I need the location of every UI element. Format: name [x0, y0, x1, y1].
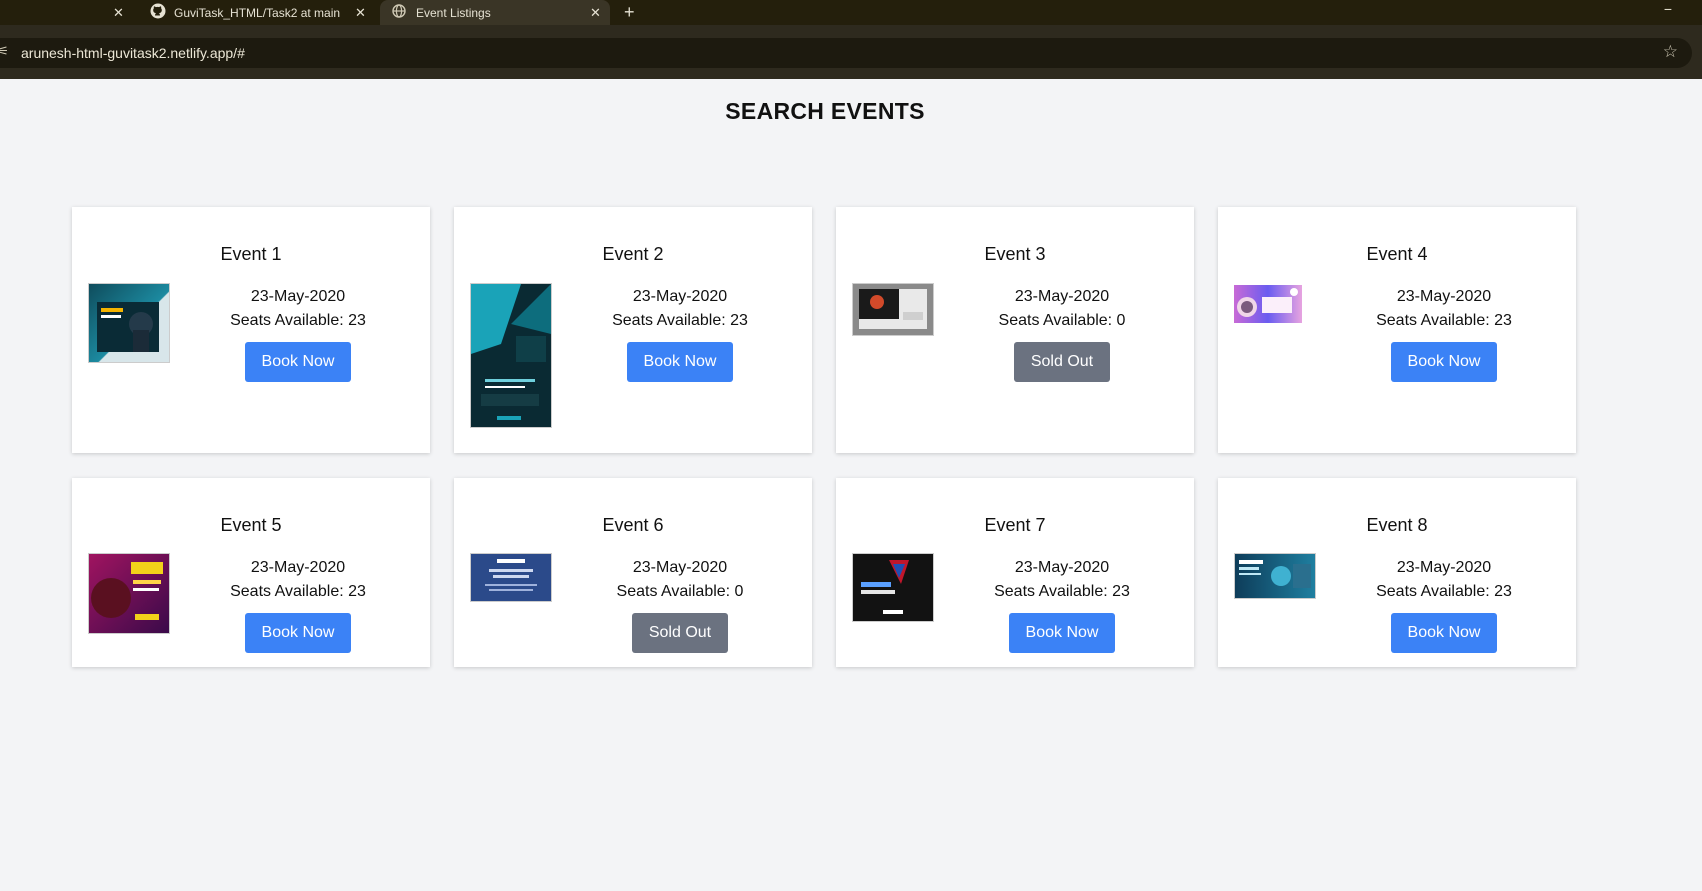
event-date: 23-May-2020 — [632, 288, 728, 305]
event-poster-image — [470, 553, 552, 602]
github-icon — [150, 3, 166, 22]
event-card: Event 7 23-May-2020 Seats Available: 23 … — [836, 478, 1194, 667]
event-card: Event 6 23-May-2020 Seats Available: 0 S… — [454, 478, 812, 667]
event-title: Event 4 — [1366, 244, 1428, 264]
globe-icon — [392, 4, 406, 21]
seats-available: Seats Available: 0 — [616, 583, 744, 600]
event-info: 23-May-2020 Seats Available: 23 Book Now — [180, 285, 416, 382]
event-date: 23-May-2020 — [1396, 288, 1492, 305]
book-now-button[interactable]: Book Now — [1390, 342, 1498, 382]
book-now-button[interactable]: Book Now — [626, 342, 734, 382]
event-info: 23-May-2020 Seats Available: 23 Book Now — [1326, 285, 1562, 382]
event-date: 23-May-2020 — [250, 288, 346, 305]
book-now-button[interactable]: Book Now — [244, 342, 352, 382]
event-title: Event 5 — [220, 515, 282, 535]
event-date: 23-May-2020 — [632, 559, 728, 576]
event-card: Event 4 23-May-2020 Seats Available: 23 … — [1218, 207, 1576, 453]
seats-available: Seats Available: 23 — [1376, 583, 1512, 600]
seats-available: Seats Available: 0 — [998, 312, 1126, 329]
event-poster-image — [88, 283, 170, 363]
browser-tab-strip: ✕ GuviTask_HTML/Task2 at main · ✕ Event … — [0, 0, 1702, 25]
event-poster-image — [88, 553, 170, 634]
page-title: SEARCH EVENTS — [725, 98, 925, 124]
book-now-button[interactable]: Book Now — [1008, 613, 1116, 653]
seats-available: Seats Available: 23 — [230, 312, 366, 329]
event-title: Event 3 — [984, 244, 1046, 264]
event-date: 23-May-2020 — [1014, 288, 1110, 305]
event-title: Event 8 — [1366, 515, 1428, 535]
event-info: 23-May-2020 Seats Available: 23 Book Now — [180, 556, 416, 653]
browser-tab-previous[interactable]: ✕ — [0, 0, 136, 25]
event-date: 23-May-2020 — [1014, 559, 1110, 576]
event-info: 23-May-2020 Seats Available: 23 Book Now — [1326, 556, 1562, 653]
event-info: 23-May-2020 Seats Available: 23 Book Now — [944, 556, 1180, 653]
seats-available: Seats Available: 23 — [994, 583, 1130, 600]
seats-available: Seats Available: 23 — [612, 312, 748, 329]
bookmark-star-icon[interactable]: ☆ — [1663, 42, 1678, 62]
sold-out-button[interactable]: Sold Out — [1013, 342, 1111, 382]
event-grid: Event 1 23-May-2020 Seats Available: 23 … — [72, 207, 1577, 667]
book-now-button[interactable]: Book Now — [244, 613, 352, 653]
event-title: Event 6 — [602, 515, 664, 535]
close-tab-icon[interactable]: ✕ — [355, 5, 366, 21]
event-title: Event 1 — [220, 244, 282, 264]
sold-out-button[interactable]: Sold Out — [631, 613, 729, 653]
browser-tab-event-listings[interactable]: Event Listings ✕ — [380, 0, 610, 25]
address-bar[interactable]: ⚟ arunesh-html-guvitask2.netlify.app/# ☆ — [0, 38, 1692, 68]
event-poster-image — [852, 283, 934, 336]
site-info-icon[interactable]: ⚟ — [0, 44, 9, 58]
event-info: 23-May-2020 Seats Available: 0 Sold Out — [944, 285, 1180, 382]
event-poster-image — [1234, 553, 1316, 599]
event-info: 23-May-2020 Seats Available: 23 Book Now — [562, 285, 798, 382]
event-date: 23-May-2020 — [1396, 559, 1492, 576]
event-date: 23-May-2020 — [250, 559, 346, 576]
tab-label: Event Listings — [416, 5, 491, 20]
event-poster-image — [852, 553, 934, 622]
tab-label: GuviTask_HTML/Task2 at main · — [174, 5, 344, 20]
minimize-window-button[interactable]: − — [1664, 1, 1672, 17]
url-text: arunesh-html-guvitask2.netlify.app/# — [21, 45, 245, 61]
event-card: Event 8 23-May-2020 Seats Available: 23 … — [1218, 478, 1576, 667]
browser-tab-github[interactable]: GuviTask_HTML/Task2 at main · ✕ — [138, 0, 374, 25]
event-card: Event 2 23-May-2020 Seats Available: 23 … — [454, 207, 812, 453]
event-card: Event 5 23-May-2020 Seats Available: 23 … — [72, 478, 430, 667]
book-now-button[interactable]: Book Now — [1390, 613, 1498, 653]
close-tab-icon[interactable]: ✕ — [590, 5, 601, 21]
new-tab-button[interactable]: + — [624, 0, 644, 25]
seats-available: Seats Available: 23 — [1376, 312, 1512, 329]
event-poster-image — [1234, 285, 1302, 323]
event-info: 23-May-2020 Seats Available: 0 Sold Out — [562, 556, 798, 653]
seats-available: Seats Available: 23 — [230, 583, 366, 600]
event-title: Event 2 — [602, 244, 664, 264]
event-poster-image — [470, 283, 552, 428]
event-card: Event 3 23-May-2020 Seats Available: 0 S… — [836, 207, 1194, 453]
event-card: Event 1 23-May-2020 Seats Available: 23 … — [72, 207, 430, 453]
event-title: Event 7 — [984, 515, 1046, 535]
browser-toolbar: ⚟ arunesh-html-guvitask2.netlify.app/# ☆ — [0, 25, 1702, 79]
close-tab-icon[interactable]: ✕ — [113, 5, 124, 21]
